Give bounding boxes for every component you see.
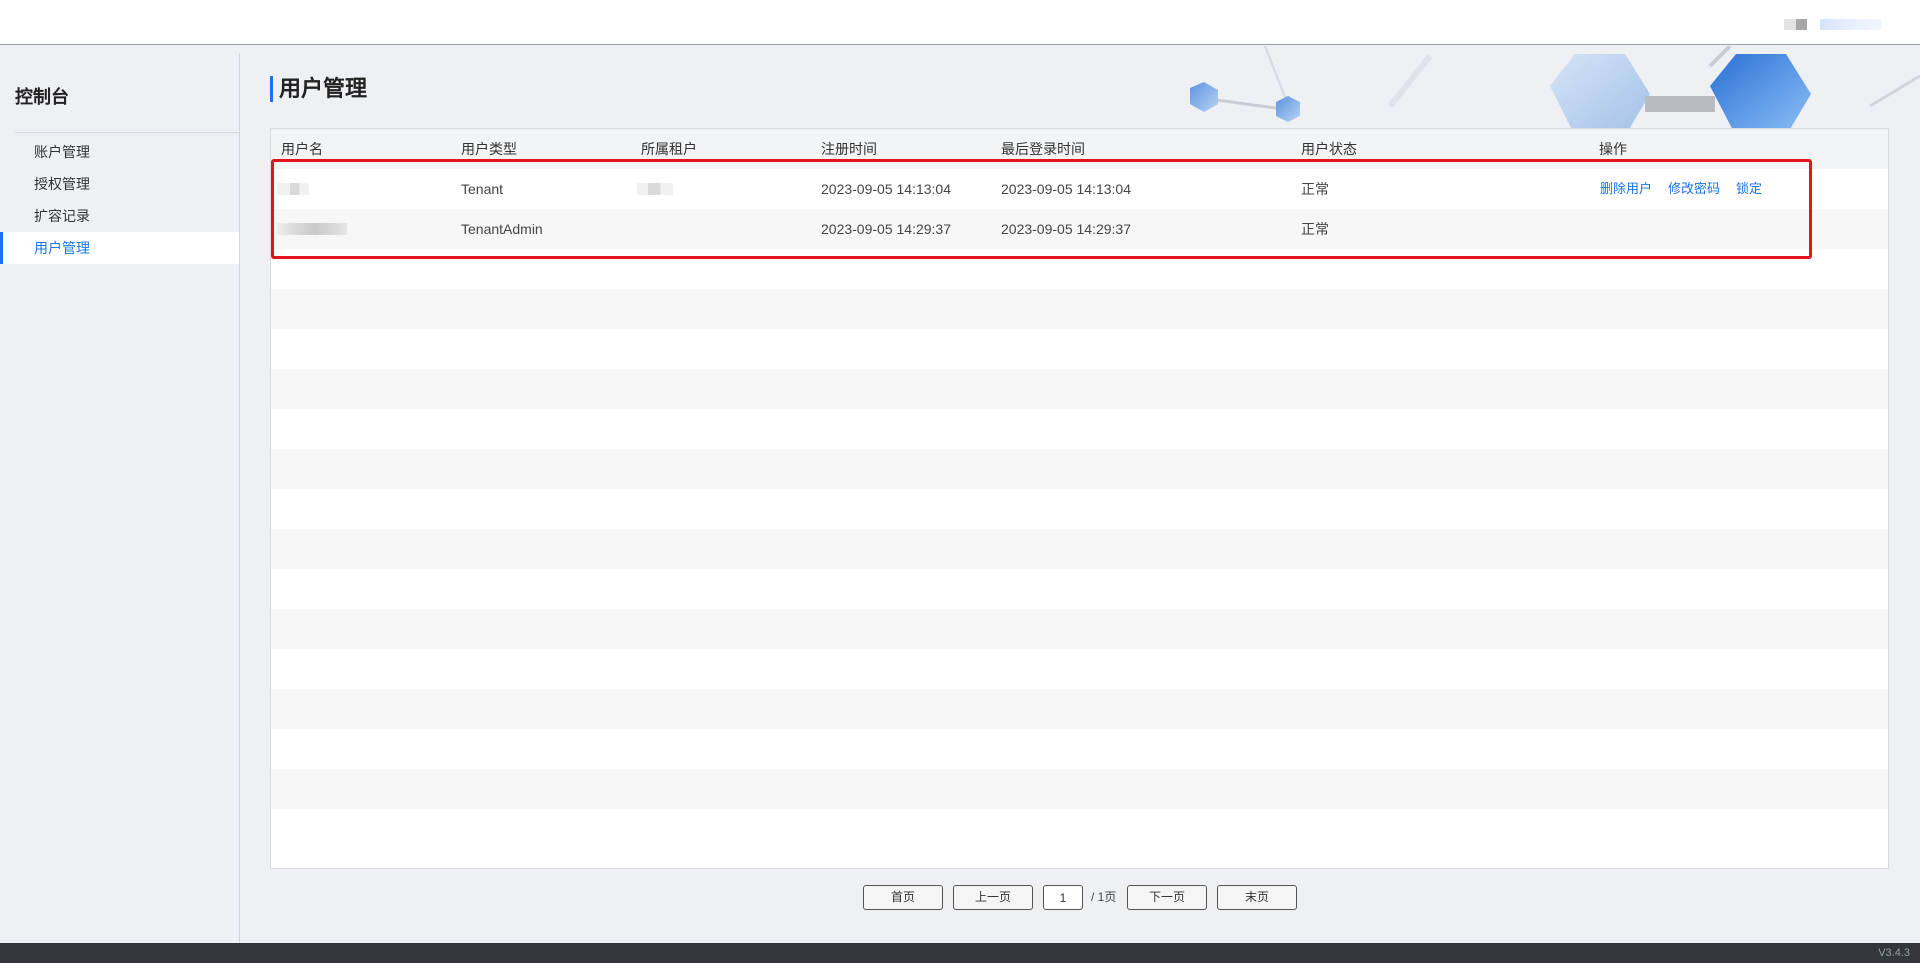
username-redacted (277, 223, 347, 235)
sidebar-item-license[interactable]: 授权管理 (0, 168, 239, 200)
lock-user-link[interactable]: 锁定 (1736, 169, 1762, 209)
col-register-time: 注册时间 (821, 141, 877, 157)
sidebar-item-account[interactable]: 账户管理 (0, 136, 239, 168)
sidebar-item-expansion-records[interactable]: 扩容记录 (0, 200, 239, 232)
col-tenant: 所属租户 (641, 141, 697, 157)
users-table: 用户名 用户类型 所属租户 注册时间 最后登录时间 用户状态 操作 Tenant… (270, 128, 1889, 869)
sidebar-title: 控制台 (15, 87, 69, 107)
table-row-empty (271, 649, 1888, 689)
change-password-link[interactable]: 修改密码 (1668, 169, 1720, 209)
user-type-cell: TenantAdmin (461, 221, 543, 237)
table-row-empty (271, 769, 1888, 809)
col-status: 用户状态 (1301, 141, 1357, 157)
footer-bar: V3.4.3 (0, 943, 1920, 963)
user-info-redacted[interactable] (1784, 18, 1884, 31)
last-page-button[interactable]: 末页 (1217, 885, 1297, 910)
prev-page-button[interactable]: 上一页 (953, 885, 1033, 910)
version-label: V3.4.3 (1878, 947, 1910, 959)
table-row-empty (271, 609, 1888, 649)
username-redacted (277, 183, 309, 195)
register-time-cell: 2023-09-05 14:13:04 (821, 181, 951, 197)
page-number-input[interactable] (1043, 885, 1083, 910)
table-row-empty (271, 809, 1888, 849)
col-actions: 操作 (1599, 141, 1627, 157)
table-row-empty (271, 409, 1888, 449)
table-row: TenantAdmin 2023-09-05 14:29:37 2023-09-… (271, 209, 1888, 249)
status-cell: 正常 (1301, 221, 1329, 237)
sidebar-divider (15, 132, 240, 133)
sidebar-item-users[interactable]: 用户管理 (0, 232, 239, 264)
col-username: 用户名 (281, 141, 323, 157)
table-header: 用户名 用户类型 所属租户 注册时间 最后登录时间 用户状态 操作 (271, 129, 1888, 169)
register-time-cell: 2023-09-05 14:29:37 (821, 221, 951, 237)
table-row-empty (271, 529, 1888, 569)
table-row-empty (271, 289, 1888, 329)
table-row-empty (271, 369, 1888, 409)
table-row-empty (271, 329, 1888, 369)
redacted-block (1784, 19, 1796, 30)
table-row-empty (271, 569, 1888, 609)
table-row: Tenant 2023-09-05 14:13:04 2023-09-05 14… (271, 169, 1888, 209)
table-row-empty (271, 489, 1888, 529)
next-page-button[interactable]: 下一页 (1127, 885, 1207, 910)
top-bar (0, 0, 1920, 45)
decorative-molecule-graphic (1190, 46, 1920, 136)
redacted-block (1820, 19, 1882, 30)
table-row-empty (271, 449, 1888, 489)
page-title: 用户管理 (270, 76, 367, 102)
user-type-cell: Tenant (461, 181, 504, 197)
table-row-empty (271, 249, 1888, 289)
sidebar: 控制台 账户管理 授权管理 扩容记录 用户管理 (0, 53, 240, 943)
sidebar-menu: 账户管理 授权管理 扩容记录 用户管理 (0, 136, 239, 264)
col-last-login: 最后登录时间 (1001, 141, 1085, 157)
redacted-block (1796, 19, 1807, 30)
table-row-empty (271, 689, 1888, 729)
col-user-type: 用户类型 (461, 141, 517, 157)
table-row-empty (271, 729, 1888, 769)
last-login-cell: 2023-09-05 14:29:37 (1001, 221, 1131, 237)
first-page-button[interactable]: 首页 (863, 885, 943, 910)
delete-user-link[interactable]: 删除用户 (1600, 169, 1652, 209)
tenant-redacted (637, 183, 673, 195)
last-login-cell: 2023-09-05 14:13:04 (1001, 181, 1131, 197)
total-pages-label: / 1页 (1091, 890, 1117, 904)
status-cell: 正常 (1301, 181, 1329, 197)
